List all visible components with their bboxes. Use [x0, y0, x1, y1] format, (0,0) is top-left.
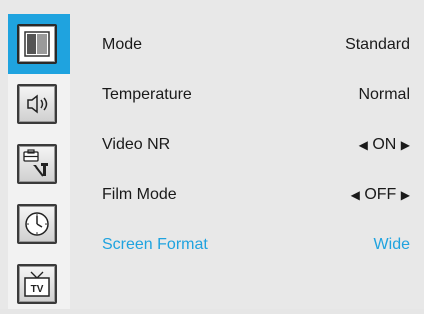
picture-icon [17, 24, 57, 64]
temperature-label: Temperature [102, 86, 192, 103]
video-nr-label: Video NR [102, 136, 171, 153]
menu-row-screen-format[interactable]: Screen Format Wide [70, 222, 424, 272]
clock-icon [17, 204, 57, 244]
left-arrow-icon[interactable]: ◀ [359, 138, 368, 152]
right-arrow-icon[interactable]: ▶ [401, 138, 410, 152]
film-mode-value: OFF [364, 186, 397, 203]
film-mode-label: Film Mode [102, 186, 177, 203]
toolbox-settings-icon [17, 144, 57, 184]
tv-icon: TV [17, 264, 57, 304]
film-mode-value-group: ◀ OFF ▶ [351, 186, 410, 204]
video-nr-value-group: ◀ ON ▶ [359, 136, 410, 154]
tv-icon-text: TV [31, 284, 44, 295]
sidebar-item-sound[interactable] [8, 74, 70, 134]
sidebar-item-tv[interactable]: TV [8, 254, 70, 314]
osd-screen: TV Mode Standard Temperature Normal Vide… [0, 0, 424, 309]
screen-format-value: Wide [373, 236, 410, 253]
picture-menu: Mode Standard Temperature Normal Video N… [70, 14, 424, 309]
speaker-icon [17, 84, 57, 124]
menu-row-video-nr[interactable]: Video NR ◀ ON ▶ [70, 122, 424, 172]
sidebar-item-picture[interactable] [8, 14, 70, 74]
left-arrow-icon[interactable]: ◀ [351, 188, 360, 202]
mode-label: Mode [102, 36, 143, 53]
sidebar-item-setup[interactable] [8, 134, 70, 194]
video-nr-value: ON [372, 136, 397, 153]
mode-value: Standard [345, 36, 410, 53]
menu-row-temperature[interactable]: Temperature Normal [70, 72, 424, 122]
category-sidebar: TV [8, 14, 70, 309]
sidebar-item-time[interactable] [8, 194, 70, 254]
screen-format-label: Screen Format [102, 236, 208, 253]
temperature-value: Normal [358, 86, 410, 103]
menu-row-film-mode[interactable]: Film Mode ◀ OFF ▶ [70, 172, 424, 222]
right-arrow-icon[interactable]: ▶ [401, 188, 410, 202]
menu-row-mode[interactable]: Mode Standard [70, 22, 424, 72]
